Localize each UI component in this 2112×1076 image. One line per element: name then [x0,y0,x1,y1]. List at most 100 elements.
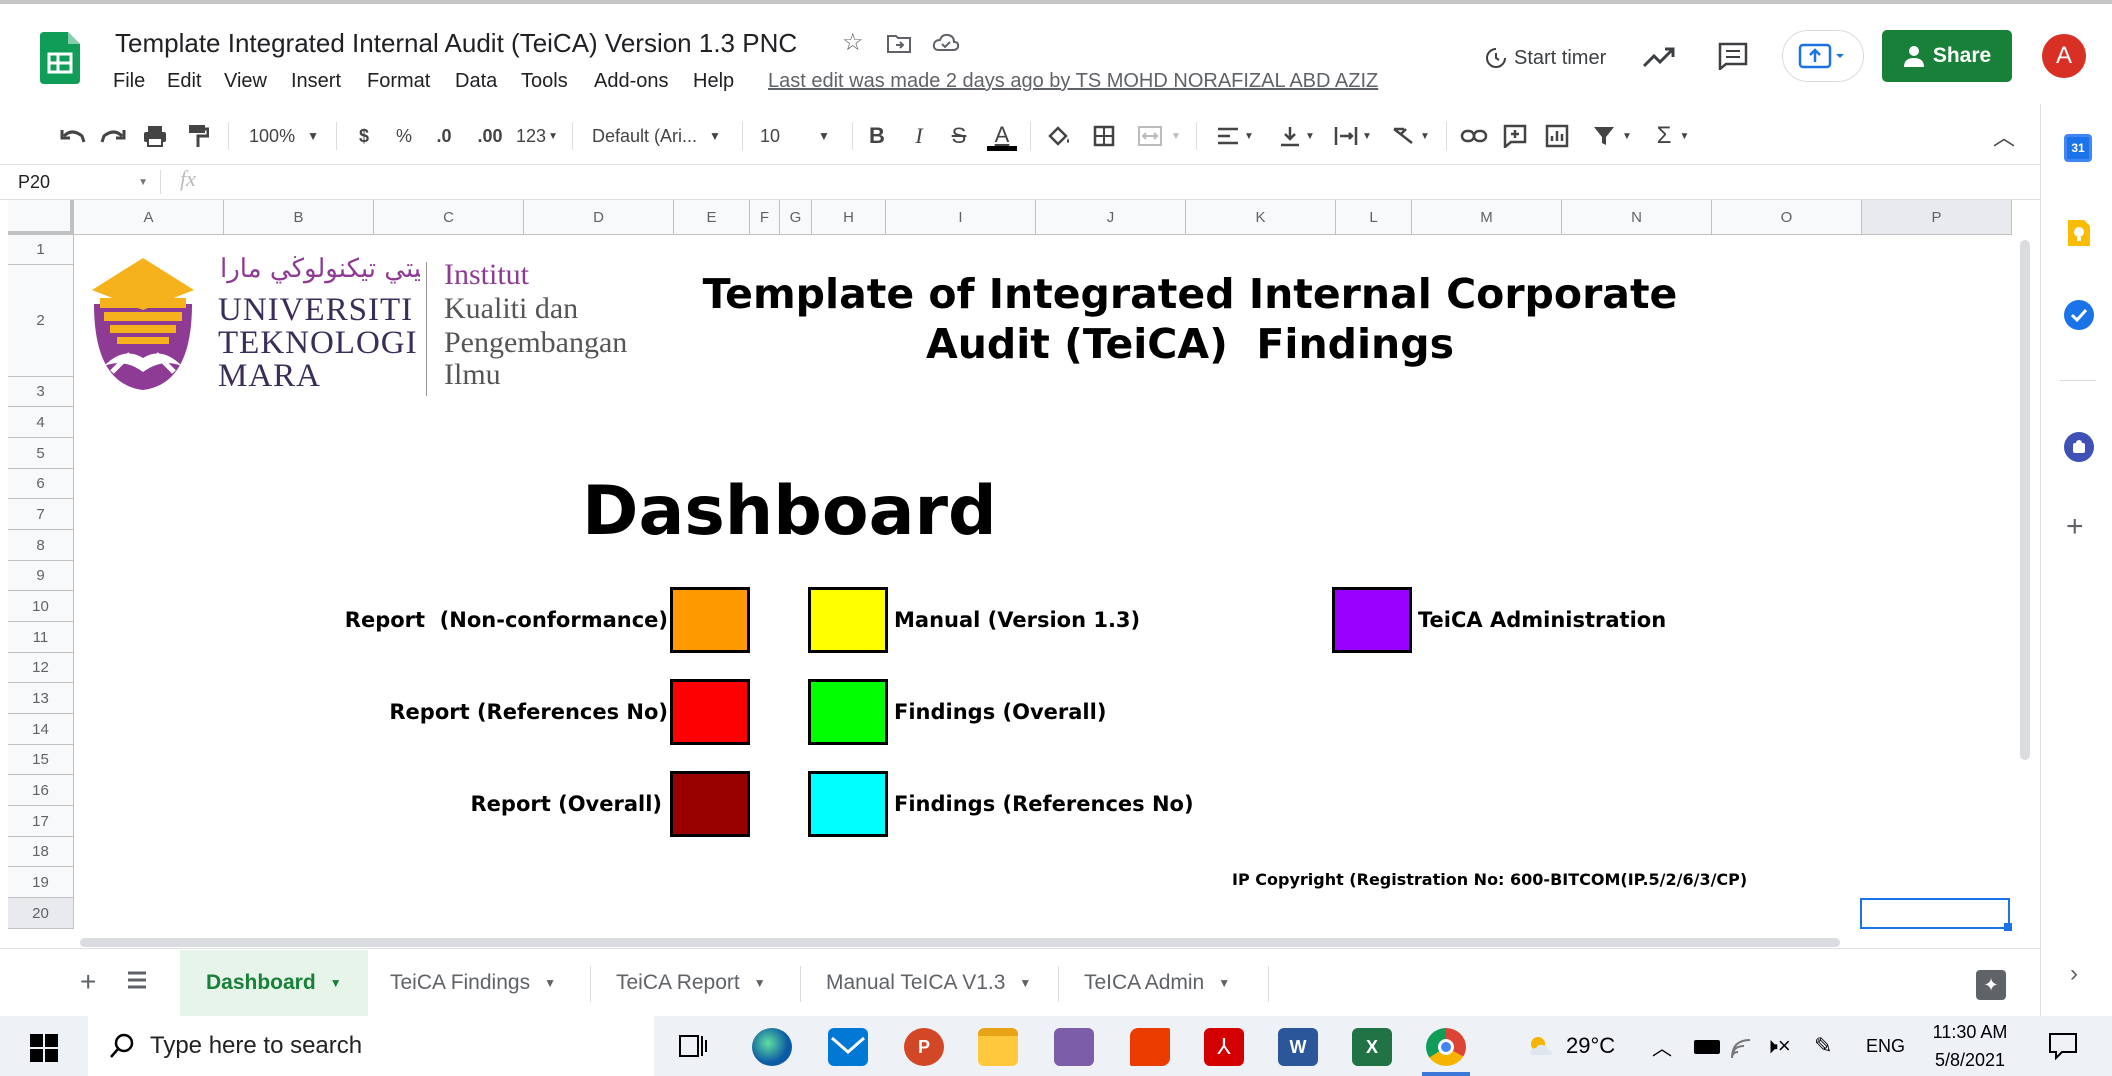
mail-icon[interactable] [828,1028,868,1066]
tab-teica-admin[interactable]: TeICA Admin ▼ [1058,950,1256,1016]
wifi-icon[interactable] [1730,1036,1756,1060]
report-references-button[interactable] [670,679,750,745]
word-icon[interactable]: W [1278,1028,1318,1066]
column-header[interactable]: H [812,200,886,235]
row-header[interactable]: 20 [8,898,74,929]
office-icon[interactable] [1130,1028,1170,1066]
text-wrapping-icon[interactable]: ▼ [1330,120,1376,152]
column-header[interactable]: G [780,200,812,235]
tab-manual-teica[interactable]: Manual TeICA V1.3 ▼ [800,950,1057,1016]
menu-edit[interactable]: Edit [167,70,201,93]
print-icon[interactable] [140,120,170,152]
column-header[interactable]: E [674,200,750,235]
redo-icon[interactable] [98,120,128,152]
language-indicator[interactable]: ENG [1866,1016,1905,1076]
report-overall-button[interactable] [670,771,750,837]
taskbar-search-box[interactable]: Type here to search [88,1016,654,1076]
row-header[interactable]: 18 [8,837,74,867]
last-edit-link[interactable]: Last edit was made 2 days ago by TS MOHD… [768,70,1378,93]
column-header[interactable]: J [1036,200,1186,235]
column-header[interactable]: I [886,200,1036,235]
calendar-icon[interactable]: 31 [2064,134,2092,162]
cloud-status-icon[interactable] [932,32,960,54]
fill-color-icon[interactable] [1044,120,1074,152]
all-sheets-icon[interactable] [126,970,148,990]
menu-view[interactable]: View [224,70,267,93]
column-header[interactable]: B [224,200,374,235]
vertical-scroll-thumb[interactable] [2020,240,2030,760]
zoom-select[interactable]: 100% ▼ [244,120,324,152]
row-header[interactable]: 16 [8,775,74,806]
paint-format-icon[interactable] [184,120,212,152]
insert-chart-icon[interactable] [1542,120,1572,152]
addon-icon[interactable] [2064,432,2094,462]
file-explorer-icon[interactable] [978,1028,1018,1066]
insert-link-icon[interactable] [1458,120,1490,152]
menu-addons[interactable]: Add-ons [594,70,669,93]
document-title[interactable]: Template Integrated Internal Audit (TeiC… [115,28,797,59]
row-header[interactable]: 11 [8,622,74,653]
row-header[interactable]: 8 [8,530,74,561]
column-header[interactable]: P [1862,200,2012,235]
row-header[interactable]: 10 [8,591,74,622]
keep-icon[interactable] [2066,218,2092,248]
decrease-decimal-button[interactable]: .0 [430,120,458,152]
merge-cells-icon[interactable]: ▼ [1134,120,1184,152]
tasks-icon[interactable] [2064,300,2094,330]
vertical-align-icon[interactable]: ▼ [1274,120,1320,152]
explore-icon[interactable]: ✦ [1976,970,2006,1000]
row-header[interactable]: 7 [8,499,74,530]
horizontal-align-icon[interactable]: ▼ [1212,120,1258,152]
column-header[interactable]: K [1186,200,1336,235]
column-header[interactable]: C [374,200,524,235]
share-button[interactable]: Share [1882,30,2012,82]
pen-icon[interactable]: ✎ [1814,1016,1832,1076]
weather-widget[interactable]: 29°C [1526,1016,1615,1076]
clock[interactable]: 11:30 AM 5/8/2021 [1928,1018,2012,1074]
move-folder-icon[interactable] [886,32,912,54]
edge-icon[interactable] [752,1028,792,1066]
powerpoint-icon[interactable]: P [904,1028,944,1066]
sheets-logo-icon[interactable] [40,32,80,84]
teams-app-icon[interactable] [1054,1028,1094,1066]
menu-file[interactable]: File [113,70,145,93]
windows-start-icon[interactable] [30,1034,58,1062]
teica-administration-button[interactable] [1332,587,1412,653]
activity-trend-icon[interactable] [1642,44,1676,70]
text-rotation-icon[interactable]: ▼ [1388,120,1434,152]
functions-button[interactable]: Σ ▼ [1650,120,1696,152]
show-hidden-icons[interactable]: ︿ [1652,1016,1672,1076]
report-nonconformance-button[interactable] [670,587,750,653]
insert-comment-icon[interactable] [1500,120,1530,152]
row-header[interactable]: 2 [8,265,74,377]
menu-insert[interactable]: Insert [291,70,341,93]
battery-icon[interactable] [1694,1040,1720,1054]
borders-icon[interactable] [1090,120,1118,152]
row-header[interactable]: 6 [8,469,74,499]
acrobat-icon[interactable]: ⅄ [1204,1028,1244,1066]
present-button[interactable] [1782,30,1864,82]
chrome-icon[interactable] [1426,1028,1466,1066]
row-header[interactable]: 19 [8,867,74,898]
undo-icon[interactable] [58,120,88,152]
comments-icon[interactable] [1718,42,1748,70]
task-view-icon[interactable] [676,1030,708,1062]
volume-icon[interactable]: 🕨× [1764,1016,1791,1076]
findings-references-button[interactable] [808,771,888,837]
column-header[interactable]: F [750,200,780,235]
font-size-select[interactable]: 10 ▼ [760,120,840,152]
row-header[interactable]: 9 [8,561,74,591]
menu-help[interactable]: Help [693,70,734,93]
avatar[interactable]: A [2042,34,2086,78]
horizontal-scroll-thumb[interactable] [80,938,1840,947]
row-header[interactable]: 17 [8,806,74,837]
row-header[interactable]: 4 [8,407,74,438]
filter-icon[interactable]: ▼ [1584,120,1640,152]
bold-button[interactable]: B [862,120,892,152]
add-sheet-icon[interactable]: + [80,966,96,998]
selection-fill-handle[interactable] [2004,923,2012,931]
more-formats-select[interactable]: 123 ▼ [512,120,562,152]
column-header[interactable]: A [74,200,224,235]
currency-format-button[interactable]: $ [352,120,376,152]
menu-tools[interactable]: Tools [521,70,568,93]
